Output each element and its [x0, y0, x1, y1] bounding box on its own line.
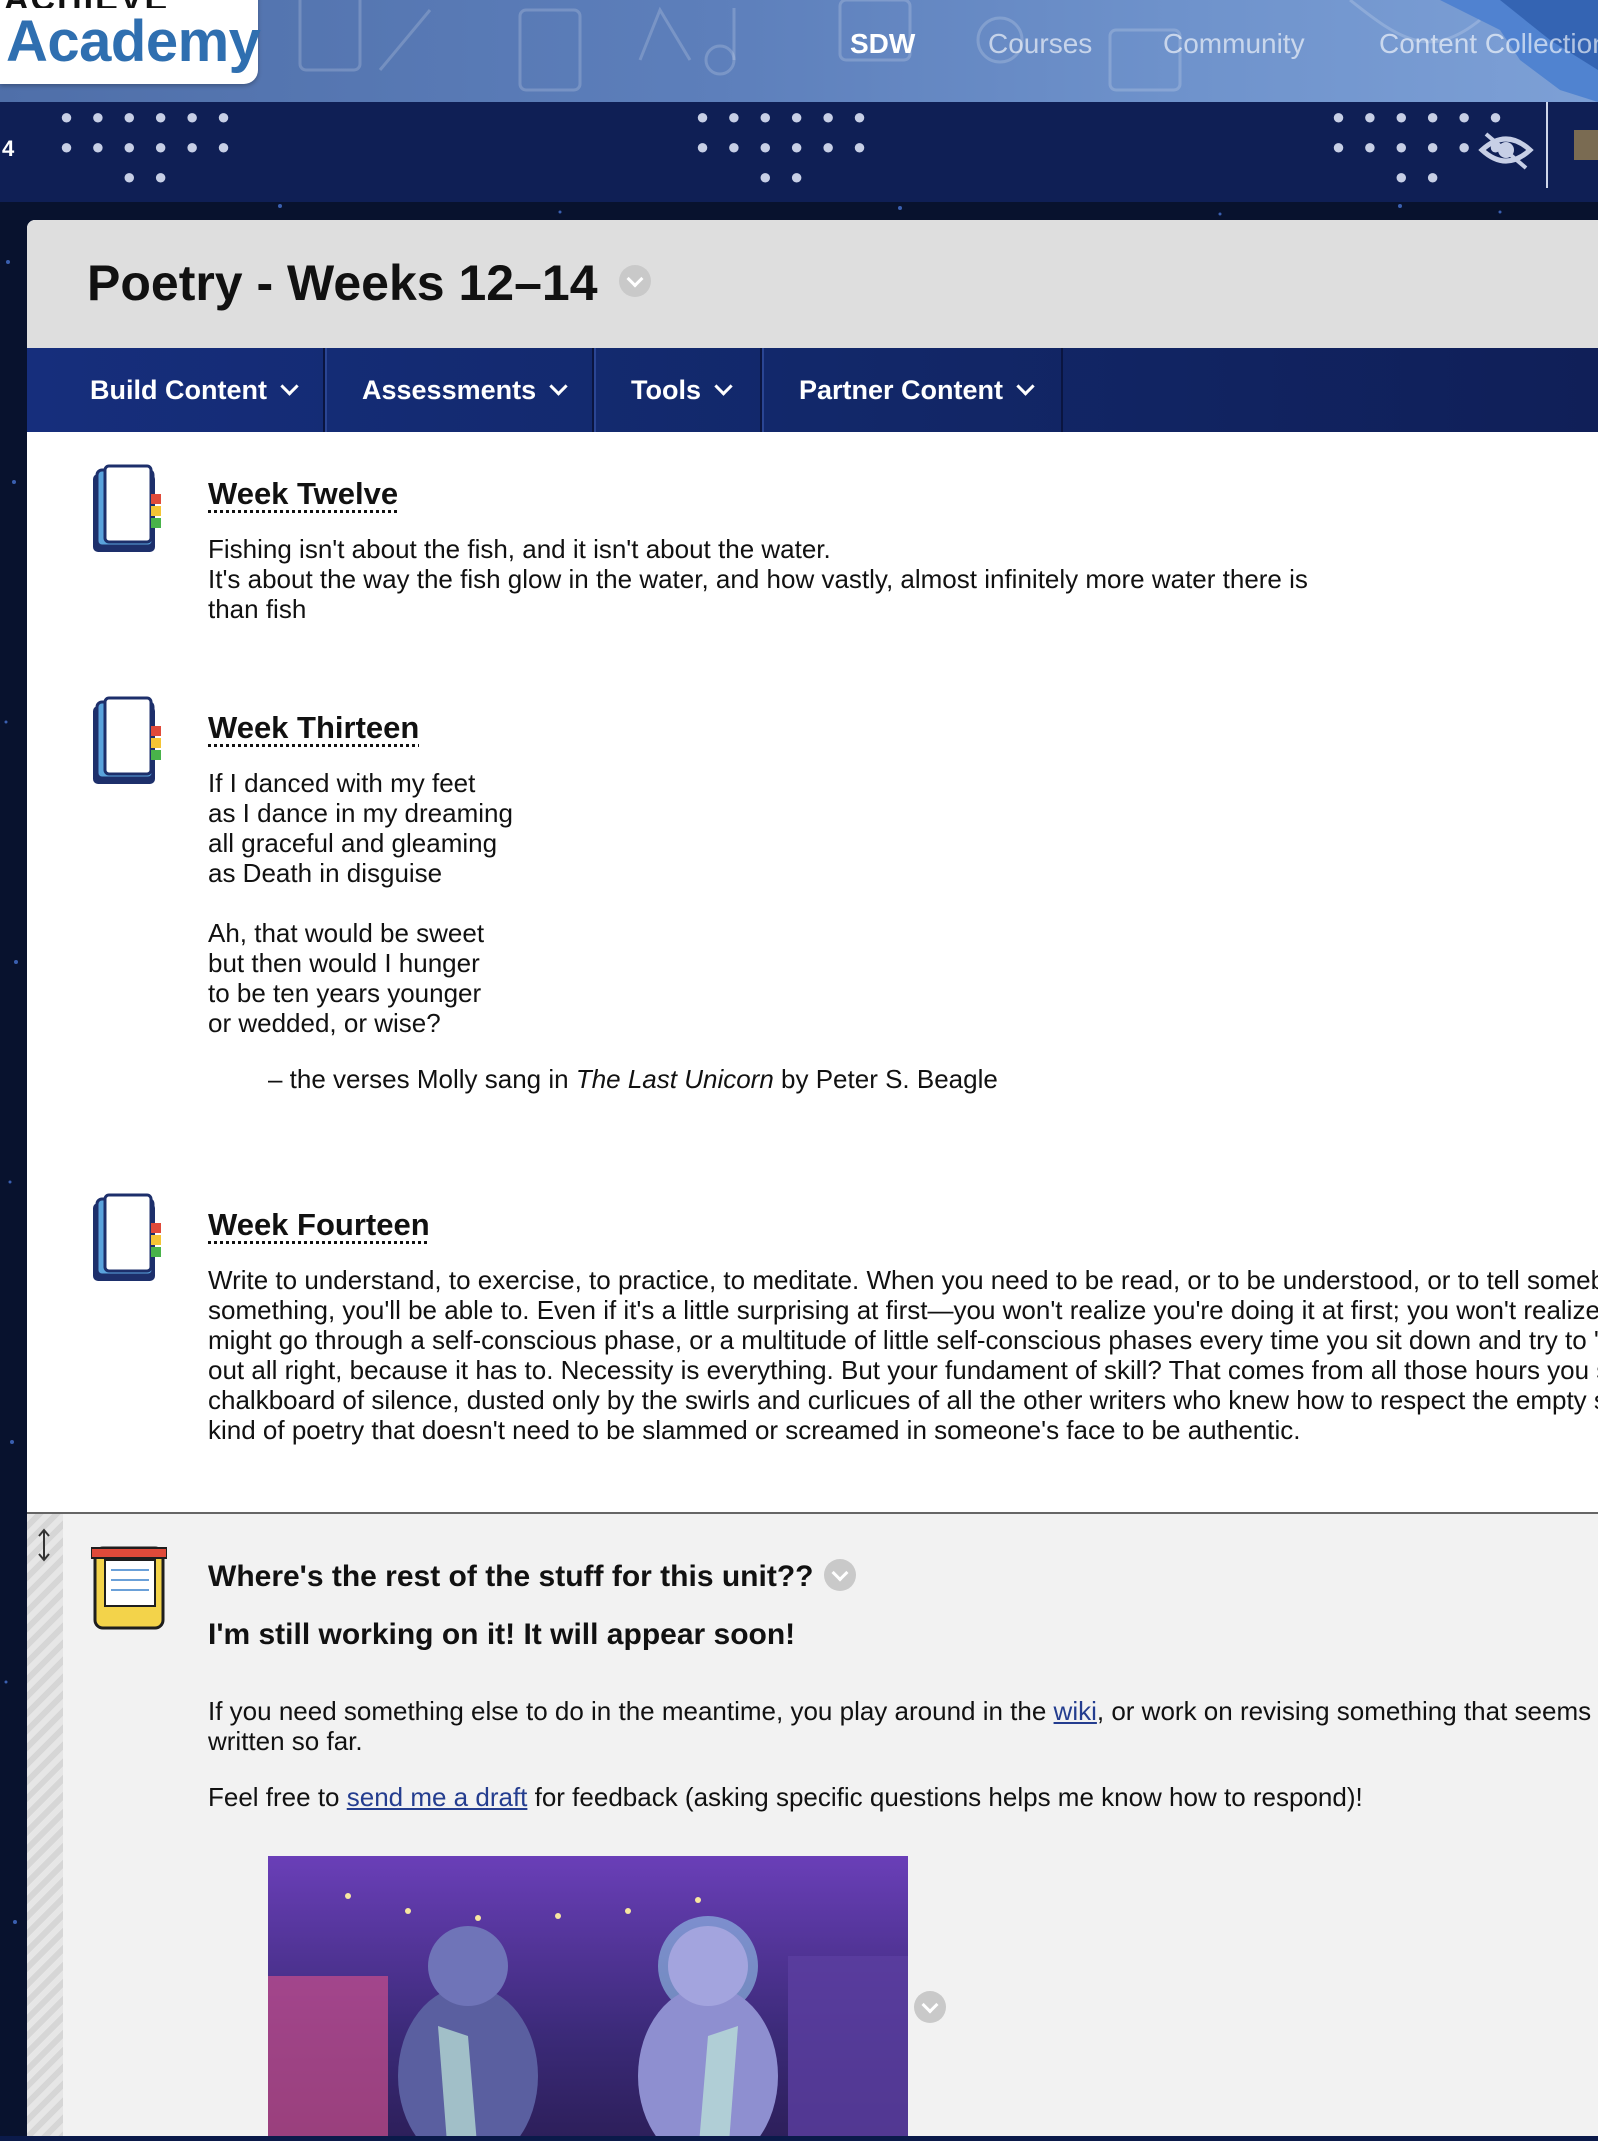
note-options-chevron-icon[interactable] — [823, 1559, 856, 1592]
notebook-icon — [93, 1193, 161, 1281]
chevron-down-icon — [1016, 377, 1035, 396]
item-title-link[interactable]: Week Thirteen — [208, 710, 419, 746]
nav-tab-content-collection[interactable]: Content Collection — [1379, 28, 1598, 60]
band-divider — [1546, 102, 1548, 188]
chevron-down-icon — [549, 377, 568, 396]
chevron-down-icon — [714, 377, 733, 396]
toolbar-divider — [594, 348, 596, 432]
dot-pattern: ● ● ● ● ● ● ● ● ● ● ● ● ● ● — [695, 104, 873, 189]
attribution-book-title: The Last Unicorn — [575, 1064, 774, 1094]
image-options-chevron-icon[interactable] — [914, 1991, 946, 2023]
nav-tab-courses[interactable]: Courses — [988, 28, 1092, 60]
notebook-icon — [93, 696, 161, 784]
partner-content-menu[interactable]: Partner Content — [799, 348, 1035, 432]
page-header: Poetry - Weeks 12–14 — [27, 220, 1598, 349]
content-panel: Poetry - Weeks 12–14 Build Content Asses… — [27, 220, 1598, 2136]
title-options-chevron-icon[interactable] — [619, 264, 652, 297]
eye-icon[interactable] — [1478, 128, 1534, 172]
notebook-icon — [93, 464, 161, 552]
note-p2-text-cont: for feedback (asking specific questions … — [527, 1782, 1363, 1812]
note-p1-text-cont: , or work on revising something that see… — [1096, 1696, 1592, 1726]
item-body: If I danced with my feet as I dance in m… — [208, 768, 513, 1038]
build-content-menu[interactable]: Build Content — [90, 348, 299, 432]
tools-menu[interactable]: Tools — [631, 348, 733, 432]
toolbar-divider — [1061, 348, 1063, 432]
send-draft-link[interactable]: send me a draft — [347, 1782, 528, 1812]
item-title-link[interactable]: Week Twelve — [208, 476, 398, 512]
cartoon-scene-image — [268, 1856, 908, 2136]
item-body: Fishing isn't about the fish, and it isn… — [208, 534, 1308, 624]
nav-tab-sdw[interactable]: SDW — [850, 28, 915, 60]
toolbar-divider — [762, 348, 764, 432]
item-attribution: – the verses Molly sang in The Last Unic… — [268, 1064, 998, 1094]
move-handle-icon[interactable] — [35, 1528, 53, 1562]
nav-tab-community[interactable]: Community — [1163, 28, 1305, 60]
item-body: Write to understand, to exercise, to pra… — [208, 1265, 1598, 1445]
assessments-menu[interactable]: Assessments — [362, 348, 568, 432]
partner-content-label: Partner Content — [799, 375, 1004, 405]
dot-pattern: ● ● ● ● ● ● ● ● ● ● ● ● ● ● — [59, 104, 237, 189]
logo-top-text: ACHIEVE — [4, 0, 169, 8]
note-p2-text: Feel free to — [208, 1782, 347, 1812]
build-content-label: Build Content — [90, 375, 267, 405]
item-title-link[interactable]: Week Fourteen — [208, 1207, 430, 1243]
assessments-label: Assessments — [362, 375, 537, 405]
content-item-week-fourteen: Week Fourteen Write to understand, to ex… — [27, 1163, 1598, 1514]
logo-text: Academy — [6, 9, 261, 74]
wiki-link[interactable]: wiki — [1054, 1696, 1097, 1726]
attribution-prefix: – the verses Molly sang in — [268, 1064, 576, 1094]
page-title: Poetry - Weeks 12–14 — [87, 255, 598, 311]
toolbar-divider — [325, 348, 327, 432]
logo[interactable]: ACHIEVE Academy — [0, 0, 261, 84]
drag-strip[interactable] — [27, 1514, 63, 2136]
note-paragraph-1: If you need something else to do in the … — [208, 1696, 1591, 1726]
user-avatar-partial[interactable] — [1574, 130, 1598, 160]
note-paragraph-1-line2: written so far. — [208, 1726, 363, 1756]
content-item-note: Where's the rest of the stuff for this u… — [27, 1512, 1598, 2136]
note-title: Where's the rest of the stuff for this u… — [208, 1560, 814, 1593]
note-p1-text: If you need something else to do in the … — [208, 1696, 1054, 1726]
header-band: 4 ● ● ● ● ● ● ● ● ● ● ● ● ● ● ● ● ● ● ● ● ●… — [0, 102, 1598, 202]
top-header: ACHIEVE Academy SDW Courses Community Co… — [0, 0, 1598, 102]
content-item-week-twelve: Week Twelve Fishing isn't about the fish… — [27, 432, 1598, 668]
attribution-author: by Peter S. Beagle — [773, 1064, 998, 1094]
notepad-icon — [91, 1546, 167, 1630]
content-item-week-thirteen: Week Thirteen If I danced with my feet a… — [27, 666, 1598, 1165]
content-toolbar: Build Content Assessments Tools Partner … — [27, 348, 1598, 432]
tools-label: Tools — [631, 375, 701, 405]
band-number: 4 — [2, 136, 15, 161]
note-paragraph-2: Feel free to send me a draft for feedbac… — [208, 1782, 1363, 1812]
note-subtitle: I'm still working on it! It will appear … — [208, 1618, 796, 1651]
chevron-down-icon — [280, 377, 299, 396]
